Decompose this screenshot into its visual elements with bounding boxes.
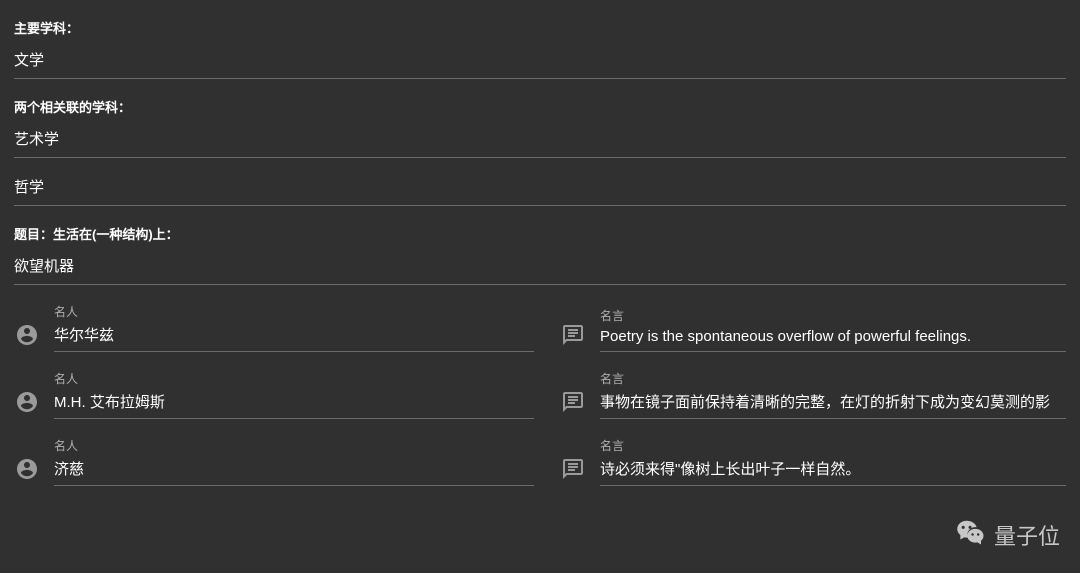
person-input[interactable]: M.H. 艾布拉姆斯 (54, 391, 534, 419)
famous-row: 名人 M.H. 艾布拉姆斯 名言 事物在镜子面前保持着清晰的完整，在灯的折射下成… (14, 370, 1066, 419)
person-mini-label: 名人 (54, 370, 534, 387)
person-icon (14, 456, 40, 482)
person-col: 名人 华尔华兹 (14, 303, 534, 352)
main-subject-label: 主要学科： (14, 18, 1066, 37)
quote-col: 名言 Poetry is the spontaneous overflow of… (560, 303, 1066, 352)
quote-col: 名言 诗必须来得"像树上长出叶子一样自然。 (560, 437, 1066, 486)
related-subject-2-input[interactable]: 哲学 (14, 176, 1066, 206)
person-icon (14, 389, 40, 415)
main-subject-input[interactable]: 文学 (14, 49, 1066, 79)
quote-input[interactable]: Poetry is the spontaneous overflow of po… (600, 328, 1066, 352)
related-subject-1-input[interactable]: 艺术学 (14, 128, 1066, 158)
famous-rows: 名人 华尔华兹 名言 Poetry is the spontaneous ove… (14, 303, 1066, 486)
famous-row: 名人 华尔华兹 名言 Poetry is the spontaneous ove… (14, 303, 1066, 352)
quote-input[interactable]: 诗必须来得"像树上长出叶子一样自然。 (600, 458, 1066, 486)
watermark: 量子位 (956, 517, 1060, 553)
person-col: 名人 M.H. 艾布拉姆斯 (14, 370, 534, 419)
quote-col: 名言 事物在镜子面前保持着清晰的完整，在灯的折射下成为变幻莫测的影 (560, 370, 1066, 419)
person-input[interactable]: 济慈 (54, 458, 534, 486)
quote-mini-label: 名言 (600, 307, 1066, 324)
title-structure-input[interactable]: 欲望机器 (14, 255, 1066, 285)
person-mini-label: 名人 (54, 437, 534, 454)
title-structure-label: 题目：生活在(一种结构)上： (14, 224, 1066, 243)
quote-mini-label: 名言 (600, 370, 1066, 387)
famous-row: 名人 济慈 名言 诗必须来得"像树上长出叶子一样自然。 (14, 437, 1066, 486)
quote-mini-label: 名言 (600, 437, 1066, 454)
related-subjects-label: 两个相关联的学科： (14, 97, 1066, 116)
person-col: 名人 济慈 (14, 437, 534, 486)
watermark-text: 量子位 (994, 519, 1060, 551)
message-icon (560, 389, 586, 415)
person-icon (14, 322, 40, 348)
message-icon (560, 322, 586, 348)
quote-input[interactable]: 事物在镜子面前保持着清晰的完整，在灯的折射下成为变幻莫测的影 (600, 391, 1066, 419)
message-icon (560, 456, 586, 482)
wechat-icon (956, 517, 986, 553)
person-mini-label: 名人 (54, 303, 534, 320)
person-input[interactable]: 华尔华兹 (54, 324, 534, 352)
